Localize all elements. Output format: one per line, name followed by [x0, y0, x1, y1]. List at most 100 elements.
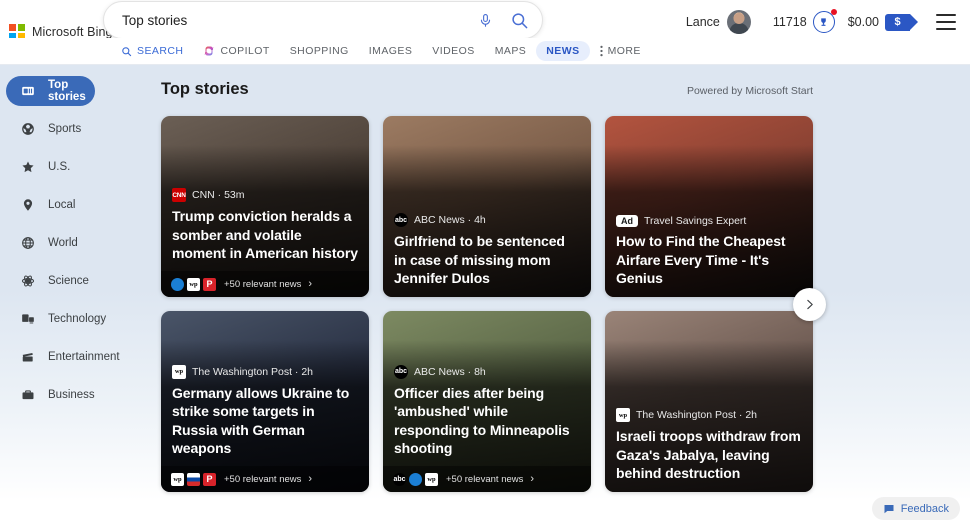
search-input[interactable]	[122, 13, 468, 28]
tab-shopping[interactable]: SHOPPING	[280, 41, 359, 61]
washington-post-logo-icon: wp	[187, 278, 200, 291]
chevron-right-icon	[803, 298, 816, 311]
washington-post-logo-icon: wp	[171, 473, 184, 486]
sidebar-item-business[interactable]: Business	[6, 380, 146, 410]
feedback-button[interactable]: Feedback	[872, 497, 960, 520]
tab-label: COPILOT	[220, 45, 269, 57]
washington-post-logo-icon: wp	[425, 473, 438, 486]
washington-post-logo-icon: wp	[616, 408, 630, 422]
avatar[interactable]	[727, 10, 751, 34]
card-footer[interactable]: wp P +50 relevant news ›	[161, 466, 369, 492]
card-title: Officer dies after being 'ambushed' whil…	[394, 384, 580, 458]
rewards-trophy-button[interactable]	[813, 11, 835, 33]
money-balance: $0.00	[848, 15, 879, 29]
notification-dot	[831, 9, 837, 15]
overflow-dots-icon	[600, 45, 603, 57]
card-title: Israeli troops withdraw from Gaza's Jaba…	[616, 427, 802, 483]
tab-label: MORE	[608, 45, 641, 57]
sidebar-item-label: Entertainment	[48, 351, 120, 363]
sidebar-item-label: World	[48, 237, 78, 249]
sidebar-item-sports[interactable]: Sports	[6, 114, 146, 144]
abc-news-logo-icon: abc	[394, 365, 408, 379]
news-card-icon	[20, 84, 35, 99]
card-source-row: Ad Travel Savings Expert	[616, 215, 802, 227]
sidebar-item-label: Business	[48, 389, 95, 401]
sidebar-item-world[interactable]: World	[6, 228, 146, 258]
card-title: Girlfriend to be sentenced in case of mi…	[394, 232, 580, 288]
cbs-logo-icon	[409, 473, 422, 486]
card-source-meta: The Washington Post · 2h	[636, 409, 757, 421]
people-logo-icon: P	[203, 473, 216, 486]
news-card[interactable]: abc ABC News · 4h Girlfriend to be sente…	[383, 116, 591, 297]
tab-copilot[interactable]: COPILOT	[193, 41, 279, 61]
card-body: CNN CNN · 53m Trump conviction heralds a…	[161, 188, 369, 271]
tab-label: IMAGES	[369, 45, 413, 57]
sidebar-item-us[interactable]: U.S.	[6, 152, 146, 182]
tab-more[interactable]: MORE	[590, 41, 651, 61]
tab-maps[interactable]: MAPS	[485, 41, 537, 61]
main-header: Top stories Powered by Microsoft Start	[161, 80, 813, 99]
sidebar-item-science[interactable]: Science	[6, 266, 146, 296]
sidebar-item-label: Top stories	[48, 79, 86, 103]
tab-news[interactable]: NEWS	[536, 41, 589, 61]
tab-label: MAPS	[495, 45, 527, 57]
feedback-label: Feedback	[901, 503, 949, 515]
card-title: Germany allows Ukraine to strike some ta…	[172, 384, 358, 458]
card-source-row: CNN CNN · 53m	[172, 188, 358, 202]
tab-label: SHOPPING	[290, 45, 349, 57]
chevron-right-icon: ›	[308, 279, 312, 290]
tab-videos[interactable]: VIDEOS	[422, 41, 484, 61]
sidebar-item-entertainment[interactable]: Entertainment	[6, 342, 146, 372]
search-icon	[121, 46, 132, 57]
cnn-logo-icon: CNN	[172, 188, 186, 202]
card-title: Trump conviction heralds a somber and vo…	[172, 207, 358, 263]
card-body: abc ABC News · 8h Officer dies after bei…	[383, 365, 591, 466]
card-source-meta: CNN · 53m	[192, 189, 245, 201]
bing-news-page: Microsoft Bing Lance 11718	[0, 0, 970, 527]
washington-post-logo-icon: wp	[172, 365, 186, 379]
cbs-logo-icon	[171, 278, 184, 291]
nav-tabs: SEARCH COPILOT SHOPPING IMAGES VIDEOS MA…	[0, 38, 970, 64]
tab-label: VIDEOS	[432, 45, 474, 57]
sidebar-item-top-stories[interactable]: Top stories	[6, 76, 95, 106]
card-source-meta: The Washington Post · 2h	[192, 366, 313, 378]
news-card[interactable]: CNN CNN · 53m Trump conviction heralds a…	[161, 116, 369, 297]
news-card[interactable]: wp The Washington Post · 2h Israeli troo…	[605, 311, 813, 492]
computer-icon	[20, 312, 35, 327]
search-bar[interactable]	[103, 1, 543, 39]
sidebar-item-label: Sports	[48, 123, 81, 135]
microphone-icon[interactable]	[468, 1, 502, 39]
sidebar-item-label: U.S.	[48, 161, 70, 173]
brand-name: Microsoft Bing	[32, 25, 113, 39]
chevron-right-icon: ›	[530, 474, 534, 485]
tab-images[interactable]: IMAGES	[359, 41, 423, 61]
card-footer[interactable]: wp P +50 relevant news ›	[161, 271, 369, 297]
news-card-ad[interactable]: Ad Travel Savings Expert How to Find the…	[605, 116, 813, 297]
rewards-points: 11718	[773, 15, 807, 29]
atom-icon	[20, 274, 35, 289]
card-body: wp The Washington Post · 2h Germany allo…	[161, 365, 369, 466]
sidebar-item-local[interactable]: Local	[6, 190, 146, 220]
sidebar: Top stories Sports U.S.	[6, 76, 146, 418]
dollar-tag-icon[interactable]: $	[885, 14, 910, 31]
search-icon[interactable]	[502, 1, 536, 39]
sidebar-item-label: Science	[48, 275, 89, 287]
page-title: Top stories	[161, 80, 249, 99]
hamburger-menu-icon[interactable]	[936, 14, 956, 30]
tab-label: SEARCH	[137, 45, 183, 57]
abc-news-logo-icon: abc	[394, 213, 408, 227]
card-source-row: abc ABC News · 8h	[394, 365, 580, 379]
location-pin-icon	[20, 198, 35, 213]
card-source-row: wp The Washington Post · 2h	[172, 365, 358, 379]
tab-search[interactable]: SEARCH	[111, 41, 193, 61]
card-footer[interactable]: abc wp +50 relevant news ›	[383, 466, 591, 492]
news-card[interactable]: wp The Washington Post · 2h Germany allo…	[161, 311, 369, 492]
sidebar-item-technology[interactable]: Technology	[6, 304, 146, 334]
card-source-row: wp The Washington Post · 2h	[616, 408, 802, 422]
carousel-next-button[interactable]	[793, 288, 826, 321]
powered-by-label: Powered by Microsoft Start	[687, 85, 813, 97]
news-card[interactable]: abc ABC News · 8h Officer dies after bei…	[383, 311, 591, 492]
ad-badge: Ad	[616, 215, 638, 227]
card-body: Ad Travel Savings Expert How to Find the…	[605, 215, 813, 297]
news-card-grid: CNN CNN · 53m Trump conviction heralds a…	[161, 116, 813, 492]
